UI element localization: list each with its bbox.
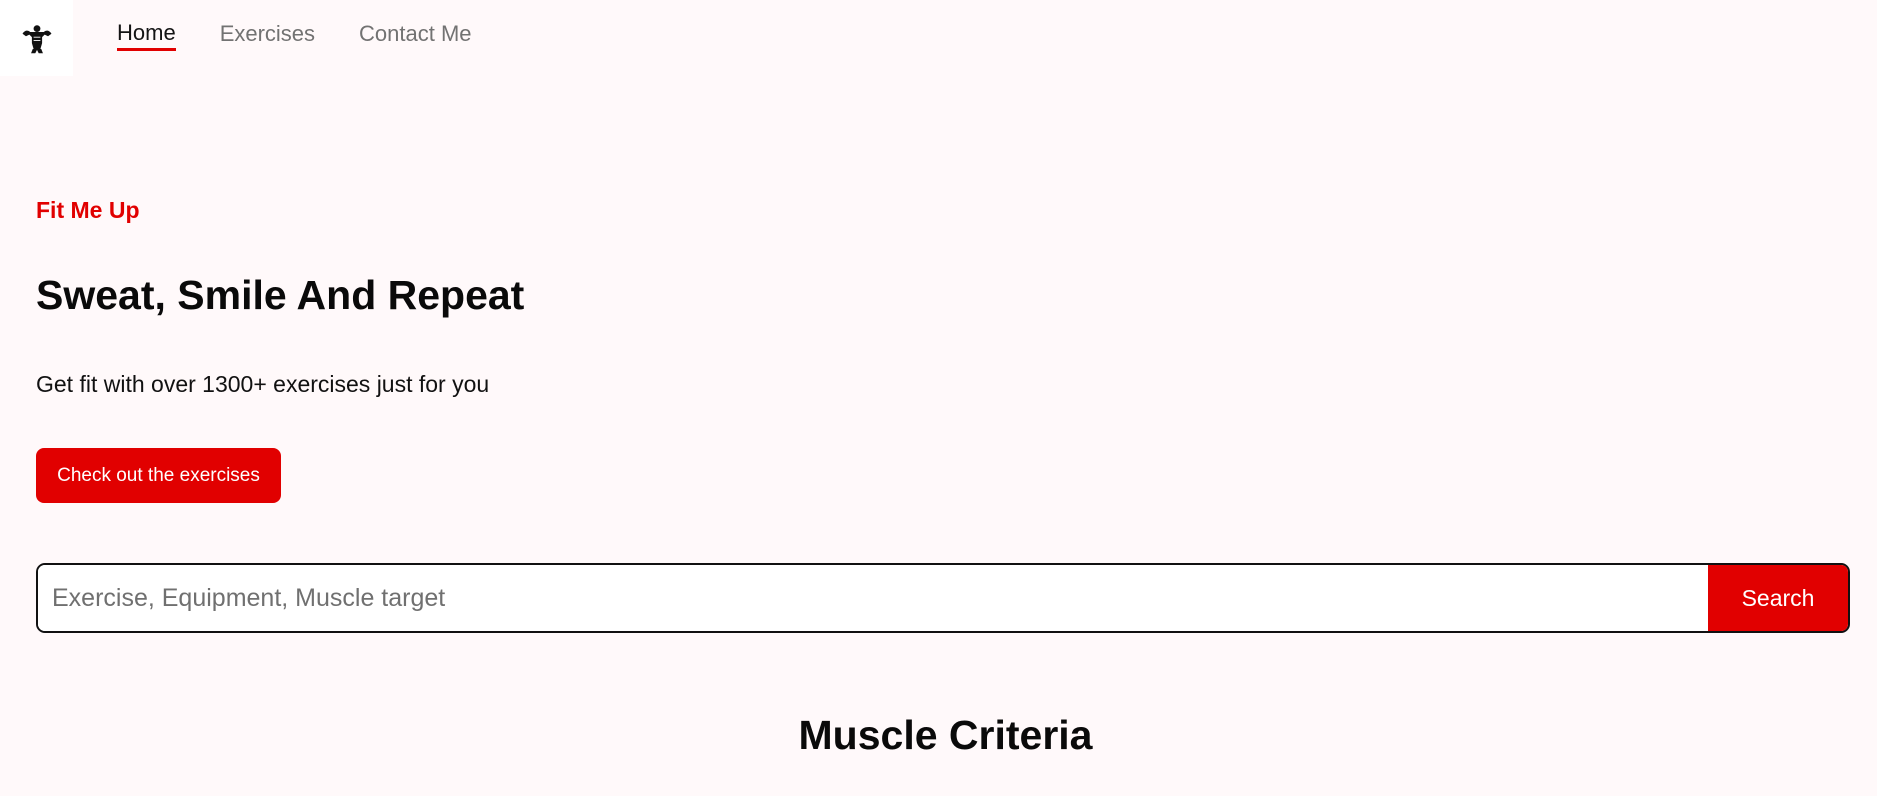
nav-link-home[interactable]: Home [117, 20, 176, 51]
nav-link-contact[interactable]: Contact Me [359, 21, 472, 49]
search-bar: Search [36, 563, 1850, 633]
nav-links: Home Exercises Contact Me [117, 20, 472, 51]
top-navbar: Home Exercises Contact Me [0, 0, 472, 76]
search-input[interactable] [38, 565, 1708, 631]
hero-headline: Sweat, Smile And Repeat [36, 272, 525, 318]
hero-subtext: Get fit with over 1300+ exercises just f… [36, 371, 490, 397]
muscle-criteria-title: Muscle Criteria [798, 712, 1093, 758]
nav-link-exercises[interactable]: Exercises [220, 21, 315, 49]
logo[interactable] [0, 0, 73, 76]
check-exercises-button[interactable]: Check out the exercises [36, 448, 281, 503]
hero-eyebrow: Fit Me Up [36, 197, 140, 223]
search-button[interactable]: Search [1708, 565, 1848, 631]
muscle-man-icon [22, 25, 51, 54]
